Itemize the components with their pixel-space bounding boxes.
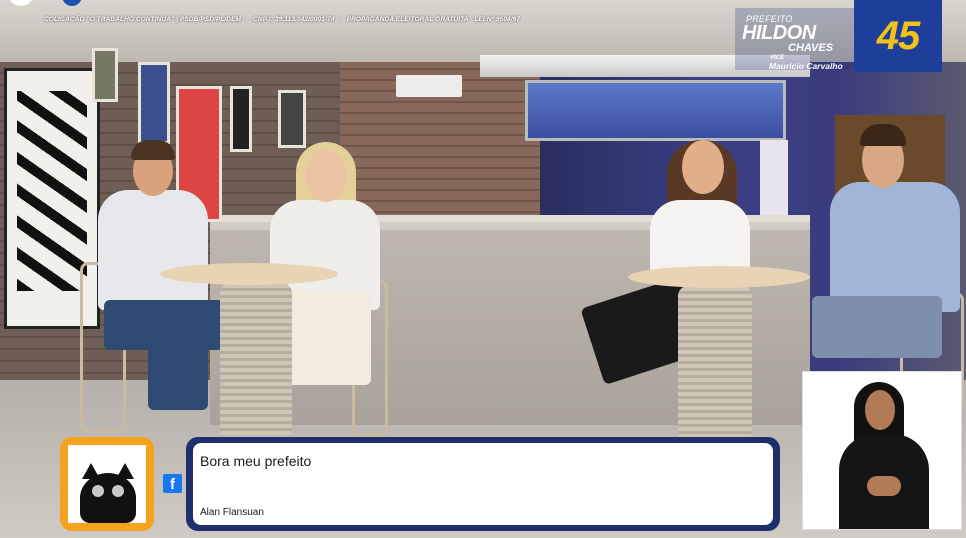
facebook-logo-icon [62,0,82,6]
comment-card: Bora meu prefeito Alan Flansuan [186,437,780,531]
studio-window [525,80,786,141]
vice-name: Maurício Carvalho [769,61,843,71]
separator: - [245,16,249,23]
candidate-number-badge: 45 [854,0,942,72]
wall-frame [138,62,170,144]
comment-author: Alan Flansuan [200,507,264,518]
commenter-avatar [68,445,146,523]
cnpj-text: CNPJ: 39.113.042/0001-74 [253,16,335,23]
legal-disclaimer: COLIGAÇÃO "O TRABALHO CONTINUA" | PSDB/P… [44,16,520,23]
facebook-icon: f [163,474,182,493]
wall-frame [278,90,306,148]
disclaimer-text: PROPAGANDA ELEITORAL GRATUITA - LEI Nº 9… [346,16,521,23]
wall-frame [92,48,118,102]
commenter-avatar-frame [60,437,154,531]
cabinet [760,140,788,215]
air-conditioner [396,75,462,97]
channel-logo [8,0,34,6]
separator: - [339,16,342,23]
candidate-number: 45 [876,13,920,58]
sign-language-interpreter-window [802,371,962,530]
candidate-last-name: CHAVES [788,42,834,54]
comment-text: Bora meu prefeito [200,453,312,469]
coalition-label: COLIGAÇÃO "O TRABALHO CONTINUA" | PSDB/P… [44,16,242,23]
candidate-brand: PREFEITO HILDON CHAVES VICE Maurício Car… [736,12,866,71]
comment-body: Bora meu prefeito Alan Flansuan [193,443,773,525]
wall-frame [230,86,252,152]
